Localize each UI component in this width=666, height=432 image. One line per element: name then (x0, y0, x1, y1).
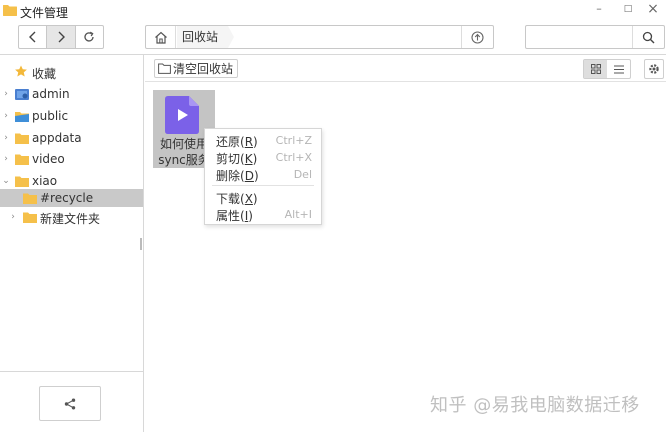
menu-item-cut[interactable]: 剪切(K) Ctrl+X (205, 149, 321, 166)
context-menu: 还原(R) Ctrl+Z 剪切(K) Ctrl+X 删除(D) Del 下载(X… (204, 128, 322, 225)
user-folder-icon (15, 89, 29, 100)
folder-icon (15, 154, 29, 165)
list-icon (613, 65, 624, 73)
minimize-button[interactable]: – (589, 2, 609, 16)
folder-icon (15, 133, 29, 144)
chevron-down-icon[interactable]: ⌄ (2, 176, 10, 186)
shortcut-label: Ctrl+X (275, 151, 312, 164)
forward-button[interactable] (47, 26, 76, 48)
refresh-button[interactable] (76, 26, 103, 48)
sidebar-item-public[interactable]: › public (0, 106, 143, 126)
folder-icon (3, 5, 17, 16)
back-button[interactable] (19, 26, 48, 48)
empty-recycle-button[interactable]: 清空回收站 (154, 59, 239, 78)
chevron-right-icon[interactable]: › (2, 111, 10, 121)
star-icon (15, 65, 27, 77)
menu-item-delete[interactable]: 删除(D) Del (205, 166, 321, 183)
watermark: 知乎 @易我电脑数据迁移 (430, 395, 640, 416)
list-view-button[interactable] (607, 60, 630, 78)
settings-button[interactable] (644, 59, 664, 79)
upload-button[interactable] (461, 26, 493, 48)
menu-item-properties[interactable]: 属性(I) Alt+I (205, 206, 321, 223)
share-button[interactable] (39, 386, 101, 421)
grid-icon (590, 64, 601, 74)
title-bar: 文件管理 – □ × (0, 0, 666, 22)
menu-separator (212, 185, 314, 186)
main-panel: 清空回收站 如何使用 sync服务 (145, 55, 666, 432)
refresh-icon (84, 31, 94, 42)
sidebar-item-xiao[interactable]: ⌄ xiao (0, 171, 143, 191)
breadcrumb-item[interactable]: 回收站 (177, 26, 235, 48)
menu-item-download[interactable]: 下载(X) (205, 189, 321, 206)
search-box (525, 25, 665, 49)
folder-icon (15, 176, 29, 187)
close-button[interactable]: × (643, 2, 663, 16)
main-toolbar: 清空回收站 (145, 55, 666, 82)
video-file-icon (165, 96, 199, 134)
share-icon (64, 398, 76, 409)
sidebar-item-new-folder[interactable]: › 新建文件夹 (0, 207, 143, 227)
chevron-right-icon[interactable]: › (2, 89, 10, 99)
maximize-button[interactable]: □ (618, 2, 638, 16)
folder-icon (23, 212, 37, 223)
gear-icon (649, 64, 659, 74)
sidebar-divider (0, 371, 143, 372)
chevron-right-icon[interactable]: › (2, 133, 10, 143)
home-icon (154, 31, 167, 44)
grid-view-button[interactable] (584, 60, 607, 78)
nav-button-group (18, 25, 104, 49)
upload-icon (471, 30, 484, 44)
sidebar: 收藏 › admin › public › appdata › video ⌄ … (0, 55, 144, 432)
chevron-right-icon (58, 31, 65, 43)
sidebar-item-video[interactable]: › video (0, 149, 143, 169)
toolbar: 回收站 (0, 22, 666, 54)
search-input[interactable] (526, 26, 631, 48)
sidebar-resize-handle[interactable] (140, 238, 142, 250)
window-title: 文件管理 (20, 6, 69, 20)
address-bar[interactable]: 回收站 (145, 25, 494, 49)
shortcut-label: Del (293, 168, 312, 181)
menu-item-restore[interactable]: 还原(R) Ctrl+Z (205, 132, 321, 149)
shared-folder-icon (15, 112, 29, 122)
view-toggle (583, 59, 631, 79)
shortcut-label: Alt+I (284, 208, 312, 221)
shortcut-label: Ctrl+Z (275, 134, 312, 147)
folder-icon (23, 193, 37, 204)
chevron-left-icon (28, 31, 36, 43)
home-button[interactable] (146, 26, 176, 48)
sidebar-item-recycle[interactable]: #recycle (0, 189, 143, 207)
search-icon (642, 31, 655, 43)
chevron-right-icon[interactable]: › (2, 154, 10, 164)
chevron-right-icon[interactable]: › (9, 212, 17, 222)
sidebar-item-favorites[interactable]: 收藏 (0, 62, 143, 82)
search-button[interactable] (632, 26, 664, 48)
folder-outline-icon (158, 63, 171, 74)
sidebar-item-appdata[interactable]: › appdata (0, 128, 143, 148)
sidebar-item-admin[interactable]: › admin (0, 84, 143, 104)
